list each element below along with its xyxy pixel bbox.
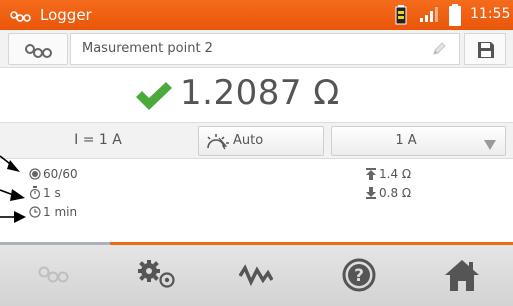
home-button[interactable] xyxy=(432,252,492,298)
duration-value: 1 min xyxy=(43,205,78,219)
logger-mode-icon xyxy=(25,44,52,58)
measurement-point-row: Masurement point 2 xyxy=(0,30,513,68)
progress-fill xyxy=(110,242,513,245)
app-title: Logger xyxy=(40,6,92,24)
lower-limit-value: 0.8 Ω xyxy=(379,186,412,200)
logger-nav-icon xyxy=(38,266,69,283)
auto-sun-icon xyxy=(207,134,229,150)
svg-text:?: ? xyxy=(354,266,364,286)
logger-nav-button[interactable] xyxy=(24,252,84,298)
home-icon xyxy=(445,260,479,291)
arrow-icon xyxy=(0,209,26,228)
auto-button[interactable]: Auto xyxy=(198,126,324,156)
settings-gears-icon xyxy=(138,260,175,288)
help-icon: ? xyxy=(342,258,376,292)
measurement-result: 1.2087 Ω xyxy=(0,68,513,122)
sample-count: 60/60 xyxy=(43,167,78,181)
signal-icon xyxy=(420,7,438,26)
clock-icon xyxy=(29,206,41,218)
dropdown-icon xyxy=(483,136,497,155)
help-button[interactable]: ? xyxy=(329,252,389,298)
upper-limit-value: 1.4 Ω xyxy=(379,167,412,181)
logger-mode-button[interactable] xyxy=(8,33,68,65)
arrow-icon xyxy=(0,185,26,207)
measurement-point-field[interactable]: Masurement point 2 xyxy=(70,33,460,65)
save-button[interactable] xyxy=(464,33,506,65)
sample-count-line: 60/60 xyxy=(29,167,78,181)
range-select[interactable]: 1 A xyxy=(331,126,506,156)
battery-icon xyxy=(449,4,461,30)
graph-button[interactable] xyxy=(226,252,286,298)
interval-line: 1 s xyxy=(29,186,61,200)
interval-value: 1 s xyxy=(43,186,61,200)
clock: 11:55 xyxy=(470,6,511,22)
waveform-icon xyxy=(239,264,273,286)
settings-button[interactable] xyxy=(128,252,188,298)
stopwatch-icon xyxy=(29,186,41,200)
range-label: 1 A xyxy=(395,133,417,148)
check-icon xyxy=(134,80,174,116)
current-label: I = 1 A xyxy=(74,132,122,148)
record-icon xyxy=(29,168,41,180)
status-bar: Logger 11:55 xyxy=(0,0,513,30)
lower-limit-line: 0.8 Ω xyxy=(365,186,411,200)
upper-limit-icon xyxy=(366,168,376,180)
resistance-value: 1.2087 Ω xyxy=(180,73,340,113)
arrow-icon xyxy=(0,152,22,178)
logger-icon xyxy=(10,8,32,27)
measurement-point-name: Masurement point 2 xyxy=(82,41,213,56)
pencil-icon[interactable] xyxy=(431,41,447,61)
lower-limit-icon xyxy=(366,187,376,199)
logger-info: 60/60 1 s 1 min 1.4 Ω 0.8 Ω xyxy=(0,160,513,242)
bottom-navigation: ? xyxy=(0,242,513,306)
parameter-row: I = 1 A Auto 1 A xyxy=(0,122,513,159)
progress-track xyxy=(0,242,110,245)
save-icon xyxy=(478,42,494,58)
upper-limit-line: 1.4 Ω xyxy=(365,167,411,181)
auto-label: Auto xyxy=(233,133,264,148)
duration-line: 1 min xyxy=(29,205,77,219)
meter-battery-icon xyxy=(395,5,407,29)
